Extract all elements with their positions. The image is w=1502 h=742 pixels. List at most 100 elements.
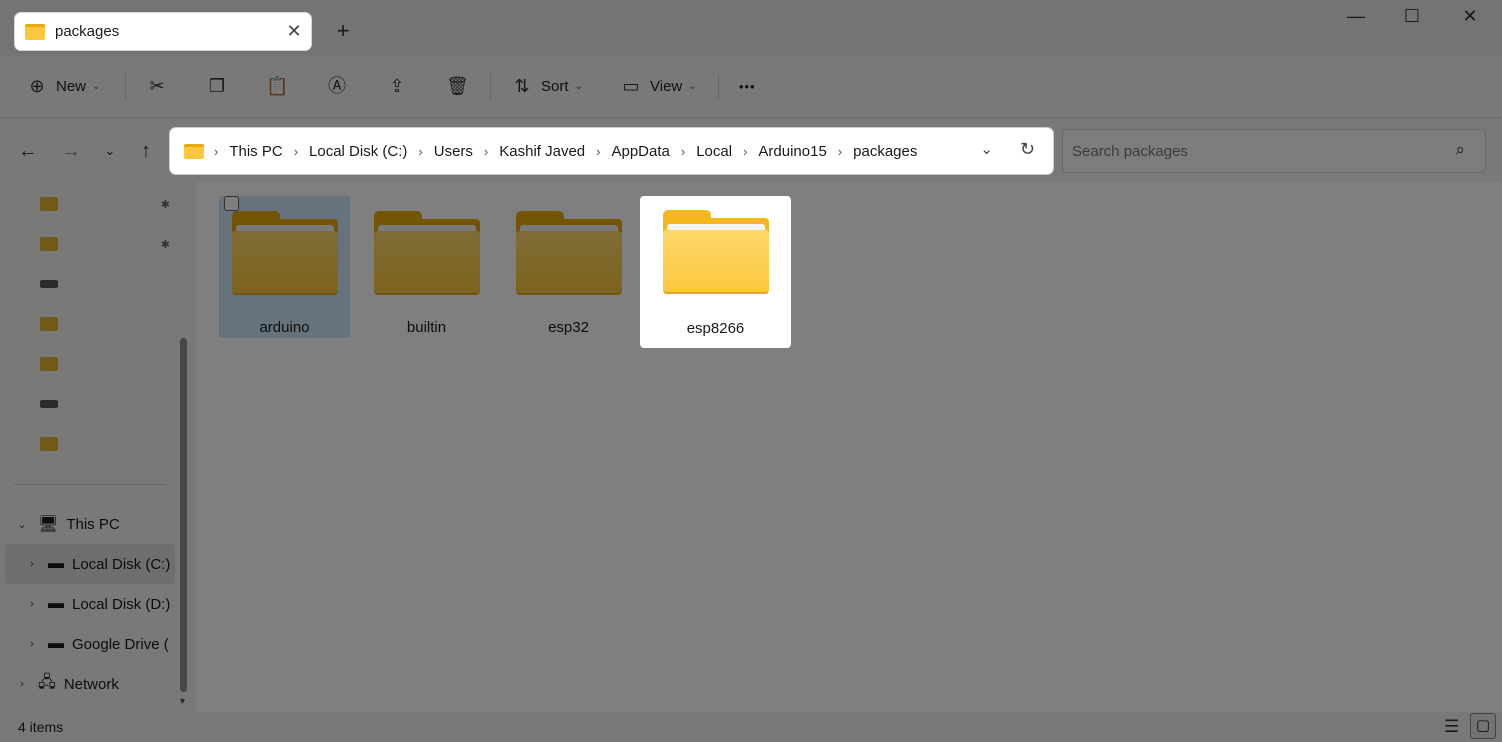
share-button[interactable]: ⇪ xyxy=(386,70,408,102)
search-box[interactable]: ⌕ xyxy=(1062,129,1486,173)
folder-icon xyxy=(25,23,45,40)
minimize-button[interactable]: — xyxy=(1336,6,1376,32)
breadcrumb-arduino15[interactable]: Arduino15 xyxy=(758,143,826,160)
clipboard-icon: 📋 xyxy=(266,76,289,96)
recent-locations-chevron-icon[interactable]: ⌄ xyxy=(97,140,123,162)
copy-icon: ❐ xyxy=(208,76,226,96)
sidebar-item-network[interactable]: › 🖧 Network xyxy=(12,666,119,702)
folder-icon xyxy=(40,197,58,211)
cut-button[interactable]: ✂ xyxy=(146,70,168,102)
breadcrumb-users[interactable]: Users xyxy=(434,143,473,160)
sort-label: Sort xyxy=(541,77,569,95)
status-bar: 4 items ☰ ▢ xyxy=(0,712,1502,742)
chevron-right-icon: › xyxy=(483,143,489,159)
rename-button[interactable]: Ⓐ xyxy=(326,70,348,102)
computer-icon: 🖥 xyxy=(38,516,59,533)
sidebar-item-label: Google Drive ( xyxy=(72,635,169,653)
breadcrumb-local-disk-c[interactable]: Local Disk (C:) xyxy=(309,143,407,160)
view-button[interactable]: ▭ View ⌄ xyxy=(620,70,696,102)
quick-access-item[interactable] xyxy=(40,310,180,338)
folder-item-builtin[interactable]: builtin xyxy=(361,196,492,338)
drive-icon xyxy=(40,400,58,408)
scissors-icon: ✂ xyxy=(149,76,165,96)
sidebar-item-local-disk-c[interactable]: › ▬ Local Disk (C:) xyxy=(22,546,174,582)
pin-icon: ✱ xyxy=(160,198,170,211)
chevron-down-icon: ⌄ xyxy=(574,80,583,92)
chevron-right-icon: › xyxy=(837,143,843,159)
back-arrow-icon[interactable]: ← xyxy=(15,140,41,162)
breadcrumb-appdata[interactable]: AppData xyxy=(611,143,669,160)
folder-icon xyxy=(231,211,338,295)
copy-button[interactable]: ❐ xyxy=(206,70,228,102)
tab-packages[interactable]: packages ✕ xyxy=(14,12,312,51)
new-tab-button[interactable]: + xyxy=(332,18,354,44)
maximize-button[interactable]: ☐ xyxy=(1392,6,1432,32)
sidebar-item-label: Local Disk (C:) xyxy=(72,555,171,573)
toolbar-divider xyxy=(718,74,719,100)
new-button[interactable]: ⊕ New ⌄ xyxy=(26,70,100,102)
folder-item-arduino[interactable]: arduino xyxy=(219,196,350,338)
chevron-right-icon: › xyxy=(418,143,423,159)
pin-icon: ✱ xyxy=(160,238,170,251)
sidebar-item-label: This PC xyxy=(66,515,120,533)
sidebar-divider xyxy=(14,484,166,485)
toolbar-divider xyxy=(125,74,126,100)
close-icon[interactable]: ✕ xyxy=(277,21,311,42)
folder-icon xyxy=(373,211,480,295)
search-input[interactable] xyxy=(1063,130,1433,172)
sidebar-item-local-disk-d[interactable]: › ▬ Local Disk (D:) xyxy=(22,586,174,622)
folder-name: esp8266 xyxy=(686,320,745,337)
plus-circle-icon: ⊕ xyxy=(29,76,45,96)
network-icon: 🖧 xyxy=(38,673,56,691)
quick-access-item[interactable]: ✱ xyxy=(40,230,180,258)
folder-item-esp32[interactable]: esp32 xyxy=(503,196,634,338)
quick-access-item[interactable] xyxy=(40,390,180,418)
chevron-right-icon: › xyxy=(30,558,34,570)
search-icon: ⌕ xyxy=(1455,140,1465,159)
sort-button[interactable]: ⇅ Sort ⌄ xyxy=(511,70,583,102)
command-bar: ⊕ New ⌄ ✂ ❐ 📋 Ⓐ ⇪ 🗑 ⇅ Sort ⌄ ▭ View ⌄ ••… xyxy=(0,56,1502,118)
address-bar[interactable]: › This PC › Local Disk (C:) › Users › Ka… xyxy=(170,128,1053,174)
chevron-right-icon: › xyxy=(293,143,299,159)
quick-access-item[interactable] xyxy=(40,350,180,378)
sidebar-item-google-drive[interactable]: › ▬ Google Drive ( xyxy=(22,626,174,662)
up-arrow-icon[interactable]: ↑ xyxy=(133,140,159,162)
quick-access-item[interactable] xyxy=(40,430,180,458)
folder-icon xyxy=(40,237,58,251)
paste-button[interactable]: 📋 xyxy=(266,70,288,102)
folder-icon xyxy=(184,143,204,159)
more-options-button[interactable]: ••• xyxy=(739,70,756,102)
delete-button[interactable]: 🗑 xyxy=(446,70,469,102)
folder-item-esp8266[interactable]: esp8266 xyxy=(640,196,791,348)
folder-icon xyxy=(40,317,58,331)
chevron-right-icon: › xyxy=(30,638,34,650)
breadcrumb-kashif-javed[interactable]: Kashif Javed xyxy=(499,143,585,160)
quick-access-item[interactable]: ✱ xyxy=(40,190,180,218)
folder-icon xyxy=(662,210,769,294)
sidebar-item-label: Local Disk (D:) xyxy=(72,595,171,613)
details-view-icon[interactable]: ☰ xyxy=(1444,717,1459,737)
share-icon: ⇪ xyxy=(389,76,405,96)
breadcrumb-local[interactable]: Local xyxy=(696,143,732,160)
refresh-icon[interactable]: ↻ xyxy=(1020,139,1035,160)
sidebar-scrollbar[interactable] xyxy=(180,338,187,692)
drive-icon: ▬ xyxy=(48,555,64,572)
scroll-down-arrow-icon[interactable]: ▼ xyxy=(178,696,187,706)
view-label: View xyxy=(650,77,683,95)
breadcrumb-this-pc[interactable]: This PC xyxy=(229,143,282,160)
sidebar-item-this-pc[interactable]: ⌄ 🖥 This PC xyxy=(12,506,120,542)
file-explorer-window: + — ☐ ✕ ⊕ New ⌄ ✂ ❐ 📋 Ⓐ ⇪ 🗑 ⇅ Sort ⌄ ▭ V… xyxy=(0,0,1502,742)
chevron-down-icon: ⌄ xyxy=(92,80,101,92)
sidebar-item-label: Network xyxy=(63,675,119,693)
drive-icon: ▬ xyxy=(48,635,64,652)
tab-title: packages xyxy=(55,23,120,40)
large-icons-view-icon[interactable]: ▢ xyxy=(1470,713,1496,739)
view-icon: ▭ xyxy=(622,76,640,96)
breadcrumb-packages[interactable]: packages xyxy=(853,143,917,160)
quick-access-item[interactable] xyxy=(40,270,180,298)
chevron-down-icon[interactable]: ⌄ xyxy=(980,140,993,158)
select-checkbox[interactable] xyxy=(224,196,239,211)
window-close-button[interactable]: ✕ xyxy=(1450,6,1490,32)
forward-arrow-icon[interactable]: → xyxy=(58,140,84,162)
sort-icon: ⇅ xyxy=(514,76,530,96)
